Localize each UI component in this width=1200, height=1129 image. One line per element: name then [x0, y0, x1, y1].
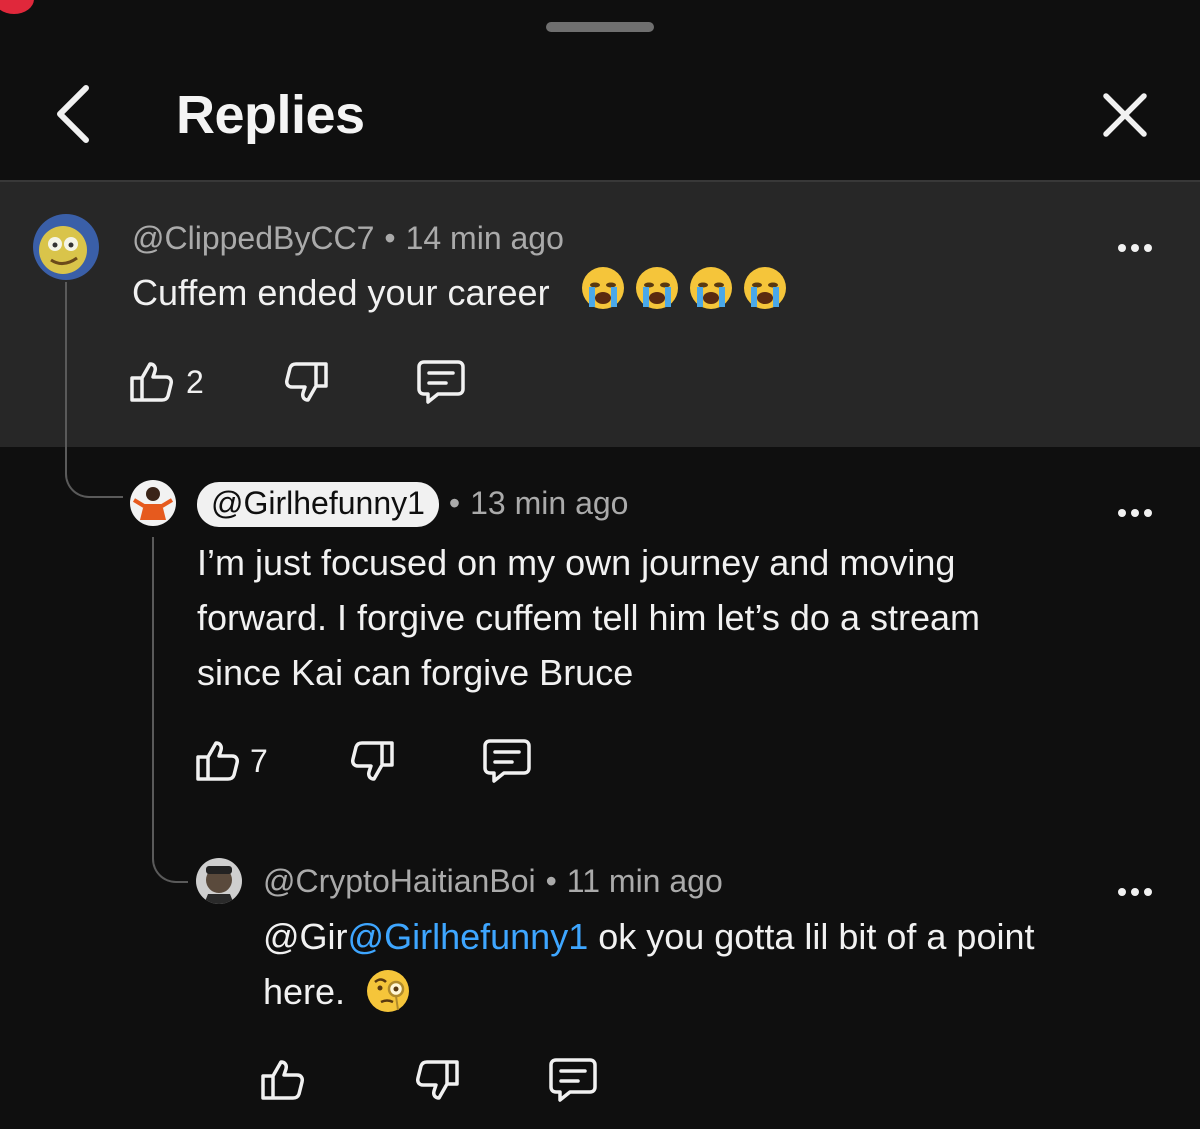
meta-separator: • — [448, 485, 461, 521]
back-button[interactable] — [50, 82, 104, 146]
comment-line: since Kai can forgive Bruce — [197, 652, 634, 693]
like-count: 7 — [250, 743, 268, 779]
more-options-button[interactable] — [1116, 238, 1156, 258]
thumbs-up-icon — [130, 362, 173, 402]
thumbs-up-icon — [196, 741, 239, 781]
page-title: Replies — [176, 85, 365, 145]
comment-author[interactable]: @CryptoHaitianBoi — [263, 863, 536, 899]
more-horizontal-icon — [1118, 244, 1152, 252]
avatar[interactable] — [130, 480, 176, 526]
reply-button[interactable] — [548, 1056, 598, 1104]
meta-separator: • — [384, 220, 396, 256]
comment-icon — [549, 1058, 597, 1102]
comment-body: @Gir — [263, 916, 348, 957]
comment-author-highlighted[interactable]: @Girlhefunny1 — [197, 482, 439, 527]
more-options-button[interactable] — [1116, 882, 1156, 902]
thread-connector-line — [152, 537, 188, 883]
close-icon — [1103, 93, 1147, 137]
comment-body: ok you gotta lil bit of a point — [588, 916, 1035, 957]
thumbs-down-icon — [351, 741, 394, 781]
close-button[interactable] — [1098, 88, 1152, 142]
loudly-crying-face-icon — [634, 265, 680, 311]
thread-connector-line — [65, 282, 123, 498]
dislike-button[interactable] — [413, 1056, 461, 1104]
comment-timestamp: 11 min ago — [566, 863, 723, 899]
comment-line: forward. I forgive cuffem tell him let’s… — [197, 597, 980, 638]
loudly-crying-face-icon — [580, 265, 626, 311]
comment-timestamp: 14 min ago — [405, 220, 564, 256]
comment-meta: @CryptoHaitianBoi • 11 min ago — [263, 863, 723, 900]
comment-line: here. — [263, 964, 1143, 1019]
reply-button[interactable] — [482, 737, 532, 785]
like-button[interactable] — [194, 737, 242, 785]
chevron-left-icon — [57, 85, 89, 143]
thumbs-down-icon — [285, 362, 328, 402]
comment-text: @Gir@Girlhefunny1 ok you gotta lil bit o… — [263, 909, 1143, 1019]
comment-text: Cuffem ended your career — [132, 265, 796, 320]
dislike-button[interactable] — [348, 737, 396, 785]
comment-text: I’m just focused on my own journey and m… — [197, 535, 1117, 700]
comment-timestamp: 13 min ago — [470, 485, 629, 521]
like-count: 2 — [186, 364, 204, 400]
comment-line: I’m just focused on my own journey and m… — [197, 542, 956, 583]
reply-button[interactable] — [416, 358, 466, 406]
loudly-crying-face-icon — [742, 265, 788, 311]
loudly-crying-face-icon — [688, 265, 734, 311]
thumbs-up-icon — [261, 1060, 304, 1100]
replies-header: Replies — [0, 0, 1200, 182]
like-button[interactable] — [128, 358, 176, 406]
dislike-button[interactable] — [282, 358, 330, 406]
more-horizontal-icon — [1118, 888, 1152, 896]
comment-meta: @ClippedByCC7 • 14 min ago — [132, 220, 564, 257]
comment-icon — [483, 739, 531, 783]
avatar[interactable] — [196, 858, 242, 904]
more-options-button[interactable] — [1116, 503, 1156, 523]
face-with-monocle-icon — [365, 968, 411, 1014]
comment-body: Cuffem ended your career — [132, 272, 550, 313]
comment-icon — [417, 360, 465, 404]
more-horizontal-icon — [1118, 509, 1152, 517]
comment-meta: @Girlhefunny1 • 13 min ago — [197, 482, 628, 527]
like-button[interactable] — [259, 1056, 307, 1104]
thumbs-down-icon — [416, 1060, 459, 1100]
avatar[interactable] — [33, 214, 99, 280]
meta-separator: • — [545, 863, 557, 899]
comment-line: @Gir@Girlhefunny1 ok you gotta lil bit o… — [263, 909, 1143, 964]
comment-author[interactable]: @ClippedByCC7 — [132, 220, 374, 256]
mention-link[interactable]: @Girlhefunny1 — [348, 916, 589, 957]
comment-body: here. — [263, 971, 346, 1012]
